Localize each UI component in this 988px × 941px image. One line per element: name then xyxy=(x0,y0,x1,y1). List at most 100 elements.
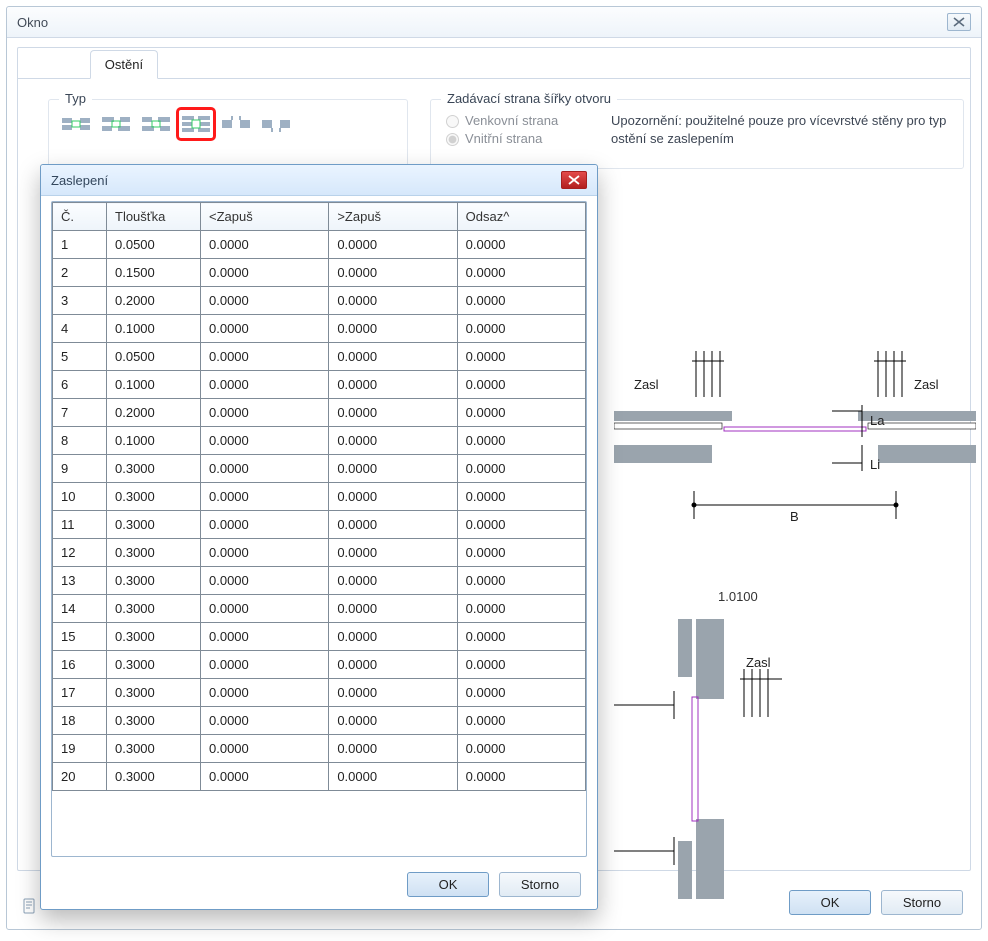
cell-gt[interactable]: 0.0000 xyxy=(329,539,457,567)
table-row[interactable]: 70.20000.00000.00000.0000 xyxy=(53,399,586,427)
cell-off[interactable]: 0.0000 xyxy=(457,231,585,259)
cell-off[interactable]: 0.0000 xyxy=(457,371,585,399)
cell-no[interactable]: 8 xyxy=(53,427,107,455)
zasl-close-button[interactable] xyxy=(561,171,587,189)
cell-no[interactable]: 13 xyxy=(53,567,107,595)
cell-off[interactable]: 0.0000 xyxy=(457,399,585,427)
cell-thick[interactable]: 0.3000 xyxy=(107,455,201,483)
table-row[interactable]: 50.05000.00000.00000.0000 xyxy=(53,343,586,371)
cell-gt[interactable]: 0.0000 xyxy=(329,763,457,791)
table-row[interactable]: 160.30000.00000.00000.0000 xyxy=(53,651,586,679)
cell-no[interactable]: 2 xyxy=(53,259,107,287)
cell-gt[interactable]: 0.0000 xyxy=(329,511,457,539)
type-option-3[interactable] xyxy=(139,110,173,138)
cell-off[interactable]: 0.0000 xyxy=(457,651,585,679)
table-row[interactable]: 180.30000.00000.00000.0000 xyxy=(53,707,586,735)
cell-off[interactable]: 0.0000 xyxy=(457,763,585,791)
cell-no[interactable]: 14 xyxy=(53,595,107,623)
cell-no[interactable]: 9 xyxy=(53,455,107,483)
cell-gt[interactable]: 0.0000 xyxy=(329,567,457,595)
cell-lt[interactable]: 0.0000 xyxy=(201,315,329,343)
cell-gt[interactable]: 0.0000 xyxy=(329,707,457,735)
cell-gt[interactable]: 0.0000 xyxy=(329,259,457,287)
cell-lt[interactable]: 0.0000 xyxy=(201,287,329,315)
table-row[interactable]: 10.05000.00000.00000.0000 xyxy=(53,231,586,259)
table-row[interactable]: 140.30000.00000.00000.0000 xyxy=(53,595,586,623)
type-option-2[interactable] xyxy=(99,110,133,138)
cell-off[interactable]: 0.0000 xyxy=(457,623,585,651)
table-row[interactable]: 100.30000.00000.00000.0000 xyxy=(53,483,586,511)
cell-thick[interactable]: 0.0500 xyxy=(107,231,201,259)
cell-no[interactable]: 3 xyxy=(53,287,107,315)
cell-no[interactable]: 4 xyxy=(53,315,107,343)
cell-no[interactable]: 7 xyxy=(53,399,107,427)
cell-off[interactable]: 0.0000 xyxy=(457,315,585,343)
okno-ok-button[interactable]: OK xyxy=(789,890,871,915)
table-row[interactable]: 20.15000.00000.00000.0000 xyxy=(53,259,586,287)
radio-inner-input[interactable] xyxy=(446,133,459,146)
table-row[interactable]: 150.30000.00000.00000.0000 xyxy=(53,623,586,651)
cell-no[interactable]: 17 xyxy=(53,679,107,707)
cell-gt[interactable]: 0.0000 xyxy=(329,315,457,343)
cell-off[interactable]: 0.0000 xyxy=(457,511,585,539)
cell-thick[interactable]: 0.2000 xyxy=(107,287,201,315)
cell-off[interactable]: 0.0000 xyxy=(457,679,585,707)
cell-lt[interactable]: 0.0000 xyxy=(201,735,329,763)
cell-thick[interactable]: 0.1000 xyxy=(107,315,201,343)
cell-thick[interactable]: 0.3000 xyxy=(107,679,201,707)
table-row[interactable]: 60.10000.00000.00000.0000 xyxy=(53,371,586,399)
help-icon[interactable] xyxy=(21,897,39,915)
cell-off[interactable]: 0.0000 xyxy=(457,567,585,595)
col-lt[interactable]: <Zapuš xyxy=(201,203,329,231)
cell-gt[interactable]: 0.0000 xyxy=(329,595,457,623)
table-row[interactable]: 170.30000.00000.00000.0000 xyxy=(53,679,586,707)
cell-thick[interactable]: 0.3000 xyxy=(107,623,201,651)
cell-lt[interactable]: 0.0000 xyxy=(201,371,329,399)
cell-off[interactable]: 0.0000 xyxy=(457,259,585,287)
cell-gt[interactable]: 0.0000 xyxy=(329,231,457,259)
cell-gt[interactable]: 0.0000 xyxy=(329,455,457,483)
cell-gt[interactable]: 0.0000 xyxy=(329,343,457,371)
cell-no[interactable]: 18 xyxy=(53,707,107,735)
cell-lt[interactable]: 0.0000 xyxy=(201,763,329,791)
table-row[interactable]: 130.30000.00000.00000.0000 xyxy=(53,567,586,595)
col-thick[interactable]: Tloušťka xyxy=(107,203,201,231)
cell-lt[interactable]: 0.0000 xyxy=(201,427,329,455)
cell-thick[interactable]: 0.3000 xyxy=(107,595,201,623)
cell-no[interactable]: 16 xyxy=(53,651,107,679)
radio-outer-input[interactable] xyxy=(446,115,459,128)
table-row[interactable]: 30.20000.00000.00000.0000 xyxy=(53,287,586,315)
cell-lt[interactable]: 0.0000 xyxy=(201,539,329,567)
cell-lt[interactable]: 0.0000 xyxy=(201,595,329,623)
cell-lt[interactable]: 0.0000 xyxy=(201,707,329,735)
cell-off[interactable]: 0.0000 xyxy=(457,595,585,623)
cell-lt[interactable]: 0.0000 xyxy=(201,567,329,595)
cell-gt[interactable]: 0.0000 xyxy=(329,651,457,679)
cell-gt[interactable]: 0.0000 xyxy=(329,371,457,399)
zasl-ok-button[interactable]: OK xyxy=(407,872,489,897)
cell-thick[interactable]: 0.3000 xyxy=(107,735,201,763)
cell-no[interactable]: 6 xyxy=(53,371,107,399)
tab-osteni[interactable]: Ostění xyxy=(90,50,158,79)
cell-thick[interactable]: 0.1500 xyxy=(107,259,201,287)
cell-thick[interactable]: 0.0500 xyxy=(107,343,201,371)
cell-no[interactable]: 20 xyxy=(53,763,107,791)
table-row[interactable]: 110.30000.00000.00000.0000 xyxy=(53,511,586,539)
cell-gt[interactable]: 0.0000 xyxy=(329,623,457,651)
cell-no[interactable]: 12 xyxy=(53,539,107,567)
table-row[interactable]: 80.10000.00000.00000.0000 xyxy=(53,427,586,455)
cell-off[interactable]: 0.0000 xyxy=(457,343,585,371)
type-option-4[interactable] xyxy=(179,110,213,138)
cell-lt[interactable]: 0.0000 xyxy=(201,399,329,427)
cell-thick[interactable]: 0.1000 xyxy=(107,371,201,399)
cell-no[interactable]: 19 xyxy=(53,735,107,763)
table-row[interactable]: 190.30000.00000.00000.0000 xyxy=(53,735,586,763)
cell-thick[interactable]: 0.3000 xyxy=(107,567,201,595)
cell-off[interactable]: 0.0000 xyxy=(457,287,585,315)
cell-thick[interactable]: 0.3000 xyxy=(107,483,201,511)
cell-lt[interactable]: 0.0000 xyxy=(201,231,329,259)
cell-off[interactable]: 0.0000 xyxy=(457,483,585,511)
cell-gt[interactable]: 0.0000 xyxy=(329,427,457,455)
cell-no[interactable]: 5 xyxy=(53,343,107,371)
col-no[interactable]: Č. xyxy=(53,203,107,231)
